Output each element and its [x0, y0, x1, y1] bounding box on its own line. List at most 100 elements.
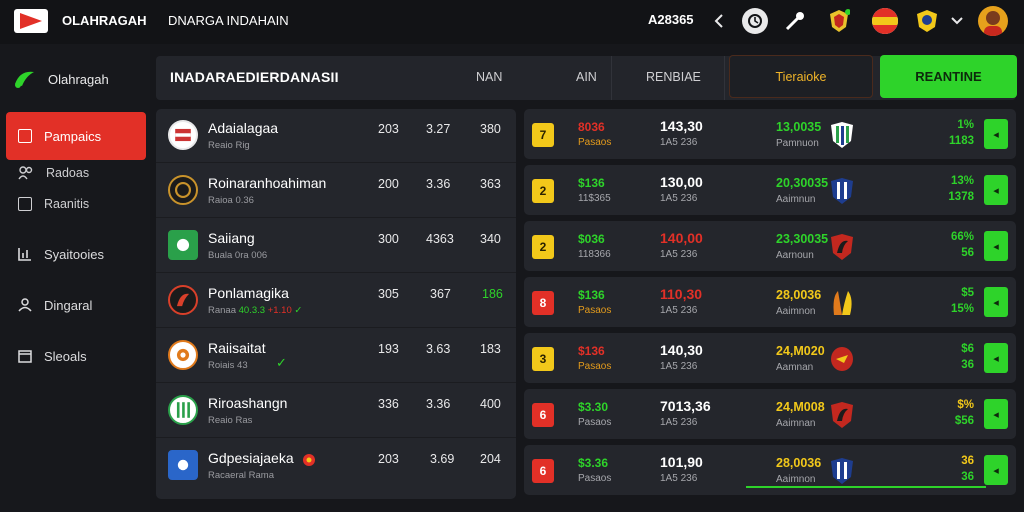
select-button[interactable]: ◂ — [984, 343, 1008, 373]
percent-value: $6 — [961, 343, 974, 355]
match-score-sub: 1A5 236 — [660, 305, 698, 316]
team-subtitle: Reaio Rig — [208, 140, 250, 151]
brand-icon — [15, 71, 34, 88]
sidebar-brand[interactable]: Olahragah — [12, 68, 109, 90]
match-score-sub: 1A5 236 — [660, 361, 698, 372]
team-crest-icon — [168, 450, 198, 480]
rank-badge: 2 — [532, 179, 554, 203]
match-score-sub: 1A5 236 — [660, 473, 698, 484]
crest-icon[interactable] — [914, 8, 940, 34]
chevron-left-icon[interactable] — [706, 8, 732, 34]
stat-value: 336 — [378, 397, 399, 411]
sidebar-item-dingaral[interactable]: Dingaral — [6, 287, 146, 323]
stat-value: 193 — [378, 342, 399, 356]
select-button[interactable]: ◂ — [984, 231, 1008, 261]
secondary-button[interactable]: Tieraioke — [729, 55, 873, 98]
stat-value: 305 — [378, 287, 399, 301]
match-row[interactable]: 2 $036 118366 140,00 1A5 236 23,30035 Aa… — [524, 221, 1016, 271]
check-icon: ✓ — [294, 305, 303, 316]
stat-value: 367 — [430, 287, 451, 301]
stat-value: 3.36 — [426, 397, 451, 411]
team-subtitle: Buala 0ra 006 — [208, 250, 268, 261]
divider — [611, 56, 612, 100]
flag-icon[interactable] — [872, 8, 898, 34]
wrench-icon[interactable] — [782, 8, 808, 34]
column-header-ain[interactable]: AIN — [576, 70, 597, 84]
odds-home: $036 — [578, 232, 605, 246]
primary-button[interactable]: REANTINE — [880, 55, 1017, 98]
team-row[interactable]: Raiisaitat Roiais 43 ✓ 193 3.63 183 — [156, 329, 516, 383]
team-name: Raiisaitat — [208, 340, 266, 356]
select-button[interactable]: ◂ — [984, 119, 1008, 149]
stat-value: 186 — [482, 287, 503, 301]
stat-value: 200 — [378, 177, 399, 191]
stat-value: 203 — [378, 452, 399, 466]
column-header-renbiae[interactable]: RENBIAE — [646, 70, 701, 84]
sidebar-item-raanitis[interactable]: Raanitis — [18, 197, 89, 211]
match-row[interactable]: 8 $136 Pasaos 110,30 1A5 236 28,0036 Aai… — [524, 277, 1016, 327]
team-row[interactable]: Roinaranhoahiman Raioa 0.36 200 3.36 363 — [156, 164, 516, 218]
team-row[interactable]: Saiiang Buala 0ra 006 300 4363 340 — [156, 219, 516, 273]
user-icon — [18, 298, 32, 312]
match-score: 143,30 — [660, 118, 703, 134]
list-icon — [18, 197, 32, 211]
sidebar-item-label: Syaitooies — [44, 246, 104, 262]
avatar-icon[interactable] — [978, 6, 1008, 36]
match-score: 140,30 — [660, 342, 703, 358]
percent-sub: 1183 — [949, 135, 974, 147]
sidebar-item-label: Radoas — [46, 166, 90, 180]
team-crest-icon — [168, 285, 198, 315]
team-row[interactable]: Ponlamagika Ranaa 40.3.3 +1.10 ✓ 305 367… — [156, 274, 516, 328]
match-row[interactable]: 3 $136 Pasaos 140,30 1A5 236 24,M020 Aam… — [524, 333, 1016, 383]
select-button[interactable]: ◂ — [984, 175, 1008, 205]
stat-value: 183 — [480, 342, 501, 356]
stat-value: 3.27 — [426, 122, 451, 136]
sidebar: Olahragah Pampaics Radoas Raanitis Syait… — [0, 44, 150, 512]
team-crest-icon — [168, 120, 198, 150]
sidebar-item-radoas[interactable]: Radoas — [18, 166, 89, 180]
team-row[interactable]: Gdpesiajaeka Racaeral Rama 203 3.69 204 — [156, 439, 516, 493]
stat-value: 300 — [378, 232, 399, 246]
odds-away-label: Aaimnon — [776, 306, 816, 317]
column-header-nan[interactable]: NAN — [476, 70, 502, 84]
team-subtitle: Roiais 43 — [208, 360, 248, 371]
odds-home-label: Pasaos — [578, 361, 612, 372]
match-score-sub: 1A5 236 — [660, 417, 698, 428]
match-score: 101,90 — [660, 454, 703, 470]
calendar-icon — [18, 350, 32, 363]
odds-away: 24,M020 — [776, 344, 825, 358]
team-subtitle: Racaeral Rama — [208, 470, 274, 481]
odds-home-label: Pasaos — [578, 473, 612, 484]
sidebar-item-label: Raanitis — [44, 197, 90, 211]
shield-icon — [831, 458, 853, 484]
percent-sub: 36 — [961, 471, 974, 483]
odds-home-label: Pasaos — [578, 137, 612, 148]
progress-underline — [746, 486, 986, 488]
odds-home-label: 11$365 — [578, 193, 611, 204]
stat-value: 363 — [480, 177, 501, 191]
match-row[interactable]: 6 $3.30 Pasaos 7013,36 1A5 236 24,M008 A… — [524, 389, 1016, 439]
select-button[interactable]: ◂ — [984, 287, 1008, 317]
chevron-down-icon[interactable] — [944, 8, 970, 34]
top-bar: OLAHRAGAH DNARGA INDAHAIN A28365 — [0, 0, 1024, 44]
stat-value: 400 — [480, 397, 501, 411]
odds-home-label: Pasaos — [578, 305, 612, 316]
odds-away: 28,0036 — [776, 288, 822, 302]
match-row[interactable]: 7 8036 Pasaos 143,30 1A5 236 13,0035 Pam… — [524, 109, 1016, 159]
clock-icon[interactable] — [742, 8, 768, 34]
team-name: Adaialagaa — [208, 120, 279, 136]
team-row[interactable]: Adaialagaa Reaio Rig 203 3.27 380 — [156, 109, 516, 163]
stat-value: 3.69 — [430, 452, 455, 466]
match-row[interactable]: 2 $136 11$365 130,00 1A5 236 20,30035 Aa… — [524, 165, 1016, 215]
select-button[interactable]: ◂ — [984, 399, 1008, 429]
check-icon: ✓ — [276, 355, 287, 370]
sidebar-item-pampaics[interactable]: Pampaics — [6, 112, 146, 160]
team-row[interactable]: Riroashangn Reaio Ras 336 3.36 400 — [156, 384, 516, 438]
select-button[interactable]: ◂ — [984, 455, 1008, 485]
sidebar-item-sleoals[interactable]: Sleoals — [6, 338, 146, 374]
team-badge-icon[interactable] — [826, 8, 852, 34]
sidebar-item-syaitooies[interactable]: Syaitooies — [6, 236, 146, 272]
shield-icon — [831, 234, 853, 260]
odds-home: $3.36 — [578, 456, 609, 470]
team-crest-icon — [168, 395, 198, 425]
